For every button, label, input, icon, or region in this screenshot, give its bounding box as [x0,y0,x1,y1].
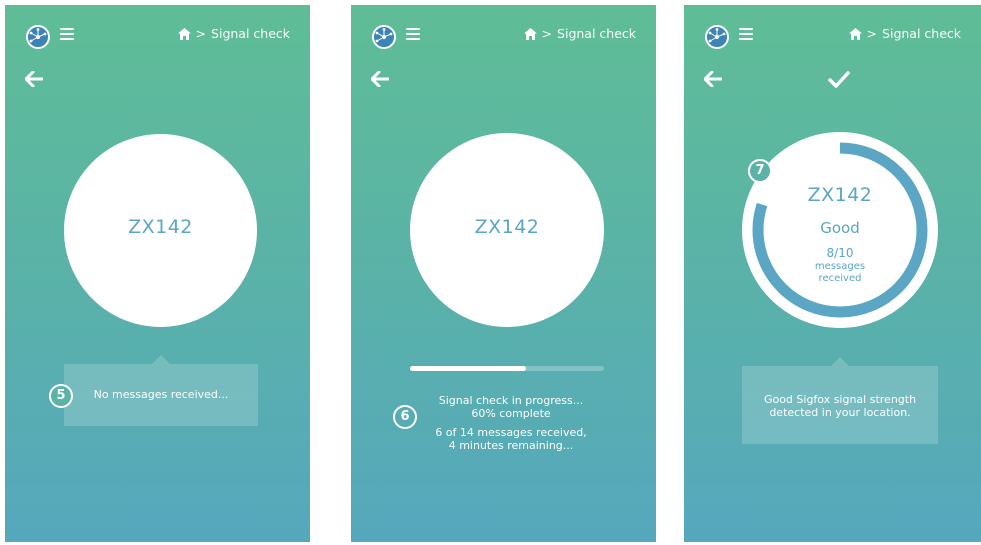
breadcrumb-signal-check[interactable]: Signal check [557,26,636,41]
screen-result: > Signal check ZX142 Good 8/10 messages … [684,5,981,542]
home-icon[interactable] [848,27,862,40]
menu-icon[interactable] [406,28,420,42]
menu-icon[interactable] [739,28,753,42]
breadcrumb-separator: > [866,26,878,41]
sigfox-logo-icon[interactable] [705,25,729,49]
device-id: ZX142 [474,216,540,238]
confirm-check-icon[interactable] [828,71,850,89]
result-circle: ZX142 Good 8/10 messages received [742,132,938,328]
messages-label-line-1: messages [814,261,866,272]
tooltip-line-1: Good Sigfox signal strength [763,393,917,406]
messages-count: 8/10 [826,246,854,260]
breadcrumb: > Signal check [177,26,290,41]
sigfox-logo-icon[interactable] [26,25,50,49]
breadcrumb-separator: > [541,26,553,41]
breadcrumb: > Signal check [848,26,961,41]
back-arrow-icon[interactable] [24,70,45,89]
step-badge: 7 [748,159,772,183]
breadcrumb-signal-check[interactable]: Signal check [211,26,290,41]
screen-in-progress: > Signal check ZX142 Signal check in pro… [351,5,656,542]
breadcrumb-signal-check[interactable]: Signal check [882,26,961,41]
progress-status-line-2: 60% complete [471,407,551,420]
back-arrow-icon[interactable] [703,70,724,89]
menu-icon[interactable] [60,28,74,42]
messages-status-line-1: 6 of 14 messages received, [435,426,587,439]
canvas: > Signal check ZX142 No messages receive… [0,0,981,545]
progress-bar [410,366,604,371]
screen-no-messages: > Signal check ZX142 No messages receive… [5,5,310,542]
device-id: ZX142 [128,216,193,238]
breadcrumb: > Signal check [523,26,636,41]
tooltip-text: No messages received... [93,388,229,401]
messages-label-line-2: received [818,273,862,284]
tooltip-line-2: detected in your location. [769,406,911,419]
signal-result-tooltip: Good Sigfox signal strength detected in … [742,357,938,444]
home-icon[interactable] [177,27,191,40]
breadcrumb-separator: > [195,26,207,41]
progress-status-line-1: Signal check in progress... [438,394,584,407]
device-id: ZX142 [807,184,873,206]
no-messages-tooltip: No messages received... [64,355,258,426]
home-icon[interactable] [523,27,537,40]
device-circle: ZX142 [64,134,257,327]
device-circle: ZX142 [410,133,604,327]
step-badge: 6 [393,405,417,429]
signal-rating: Good [820,219,860,237]
sigfox-logo-icon[interactable] [372,25,396,49]
messages-status-line-2: 4 minutes remaining... [448,439,574,452]
progress-fill [410,366,527,371]
step-badge: 5 [49,384,73,408]
back-arrow-icon[interactable] [370,70,391,89]
